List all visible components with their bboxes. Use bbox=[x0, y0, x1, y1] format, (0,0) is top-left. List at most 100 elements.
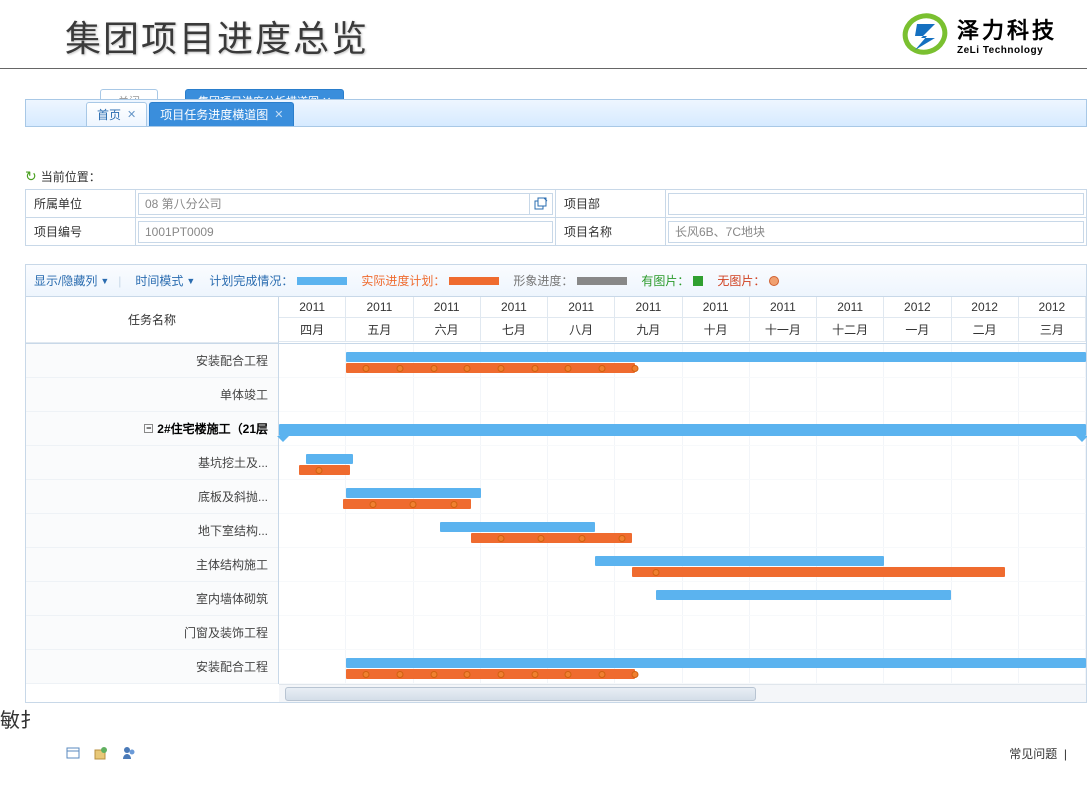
plan-bar[interactable] bbox=[346, 658, 1086, 668]
chart-row bbox=[279, 412, 1086, 446]
tabs-bar: 首页 ✕ 项目任务进度横道图 ✕ bbox=[25, 99, 1087, 127]
tab-home[interactable]: 首页 ✕ bbox=[86, 102, 147, 126]
close-icon[interactable]: ✕ bbox=[127, 108, 136, 121]
legend-has-pic: 有图片： bbox=[641, 272, 703, 289]
task-name: 2#住宅楼施工（21层 bbox=[157, 420, 268, 437]
code-input[interactable] bbox=[138, 221, 553, 243]
lookup-icon[interactable] bbox=[529, 193, 553, 215]
progress-dot bbox=[531, 671, 538, 678]
truncated-text: 敏扌 bbox=[0, 704, 40, 733]
progress-dot bbox=[397, 671, 404, 678]
scrollbar-thumb[interactable] bbox=[285, 687, 756, 701]
faq-link[interactable]: 常见问题 bbox=[1009, 747, 1057, 761]
tab-label: 首页 bbox=[97, 106, 121, 123]
plan-bar[interactable] bbox=[346, 488, 480, 498]
year-cell: 2011 bbox=[817, 297, 884, 318]
month-cell: 六月 bbox=[414, 318, 481, 342]
legend-plan: 计划完成情况： bbox=[209, 272, 347, 289]
task-name: 底板及斜抛... bbox=[198, 488, 268, 505]
actual-bar[interactable] bbox=[346, 669, 635, 679]
progress-dot bbox=[450, 501, 457, 508]
actual-bar[interactable] bbox=[346, 363, 635, 373]
month-cell: 一月 bbox=[884, 318, 951, 342]
task-row[interactable]: 基坑挖土及... bbox=[26, 446, 278, 480]
refresh-icon[interactable]: ↻ bbox=[25, 168, 37, 185]
task-row[interactable]: 主体结构施工 bbox=[26, 548, 278, 582]
plan-bar[interactable] bbox=[346, 352, 1086, 362]
plan-bar[interactable] bbox=[306, 454, 353, 464]
logo-icon bbox=[901, 10, 949, 58]
progress-dot bbox=[430, 671, 437, 678]
task-column-header: 任务名称 bbox=[26, 297, 278, 343]
progress-dot bbox=[598, 365, 605, 372]
time-mode[interactable]: 时间模式▼ bbox=[135, 272, 195, 289]
legend-image-progress: 形象进度： bbox=[513, 272, 627, 289]
month-cell: 十二月 bbox=[817, 318, 884, 342]
footer-icon-1[interactable] bbox=[65, 745, 81, 761]
filter-form: 所属单位 项目部 项目编号 项目名称 bbox=[25, 189, 1087, 246]
task-row[interactable]: 室内墙体砌筑 bbox=[26, 582, 278, 616]
task-name: 主体结构施工 bbox=[196, 556, 268, 573]
task-row[interactable]: −2#住宅楼施工（21层 bbox=[26, 412, 278, 446]
month-cell: 三月 bbox=[1019, 318, 1086, 342]
legend-actual: 实际进度计划： bbox=[361, 272, 499, 289]
year-cell: 2011 bbox=[683, 297, 750, 318]
month-cell: 四月 bbox=[279, 318, 346, 342]
task-name: 室内墙体砌筑 bbox=[196, 590, 268, 607]
progress-dot bbox=[632, 671, 639, 678]
chart-row bbox=[279, 616, 1086, 650]
progress-dot bbox=[316, 467, 323, 474]
legend-no-pic: 无图片： bbox=[717, 272, 779, 289]
year-cell: 2011 bbox=[615, 297, 682, 318]
task-name: 基坑挖土及... bbox=[198, 454, 268, 471]
footer-icon-3[interactable] bbox=[121, 745, 137, 761]
plan-bar[interactable] bbox=[595, 556, 884, 566]
page-title: 集团项目进度总览 bbox=[65, 10, 369, 62]
month-cell: 五月 bbox=[346, 318, 413, 342]
plan-bar[interactable] bbox=[656, 590, 952, 600]
progress-dot bbox=[578, 535, 585, 542]
progress-dot bbox=[652, 569, 659, 576]
dept-input[interactable] bbox=[668, 193, 1084, 215]
tab-label: 项目任务进度横道图 bbox=[160, 106, 268, 123]
plan-bar[interactable] bbox=[440, 522, 595, 532]
task-row[interactable]: 地下室结构... bbox=[26, 514, 278, 548]
task-row[interactable]: 底板及斜抛... bbox=[26, 480, 278, 514]
task-row[interactable]: 单体竣工 bbox=[26, 378, 278, 412]
tab-project-gantt[interactable]: 项目任务进度横道图 ✕ bbox=[149, 102, 294, 126]
chart-row bbox=[279, 378, 1086, 412]
chart-row bbox=[279, 582, 1086, 616]
actual-bar[interactable] bbox=[471, 533, 632, 543]
close-icon[interactable]: ✕ bbox=[274, 108, 283, 121]
chart-row bbox=[279, 514, 1086, 548]
chevron-down-icon: ▼ bbox=[100, 276, 109, 286]
task-row[interactable]: 门窗及装饰工程 bbox=[26, 616, 278, 650]
name-input[interactable] bbox=[668, 221, 1084, 243]
horizontal-scrollbar[interactable] bbox=[279, 684, 1086, 702]
progress-dot bbox=[397, 365, 404, 372]
year-cell: 2011 bbox=[548, 297, 615, 318]
footer-icon-2[interactable] bbox=[93, 745, 109, 761]
month-cell: 九月 bbox=[615, 318, 682, 342]
task-name: 安装配合工程 bbox=[196, 658, 268, 675]
code-label: 项目编号 bbox=[26, 218, 136, 246]
task-name: 单体竣工 bbox=[220, 386, 268, 403]
year-cell: 2011 bbox=[346, 297, 413, 318]
task-row[interactable]: 安装配合工程 bbox=[26, 344, 278, 378]
chart-row bbox=[279, 446, 1086, 480]
year-cell: 2011 bbox=[481, 297, 548, 318]
year-cell: 2011 bbox=[279, 297, 346, 318]
unit-input[interactable] bbox=[138, 193, 529, 215]
year-cell: 2011 bbox=[750, 297, 817, 318]
show-hide-columns[interactable]: 显示/隐藏列▼| bbox=[34, 272, 121, 289]
progress-dot bbox=[531, 365, 538, 372]
progress-dot bbox=[565, 671, 572, 678]
collapse-icon[interactable]: − bbox=[144, 424, 153, 433]
task-row[interactable]: 安装配合工程 bbox=[26, 650, 278, 684]
chart-row bbox=[279, 548, 1086, 582]
progress-dot bbox=[497, 365, 504, 372]
progress-dot bbox=[565, 365, 572, 372]
month-cell: 十一月 bbox=[750, 318, 817, 342]
actual-bar[interactable] bbox=[299, 465, 349, 475]
actual-bar[interactable] bbox=[632, 567, 1005, 577]
